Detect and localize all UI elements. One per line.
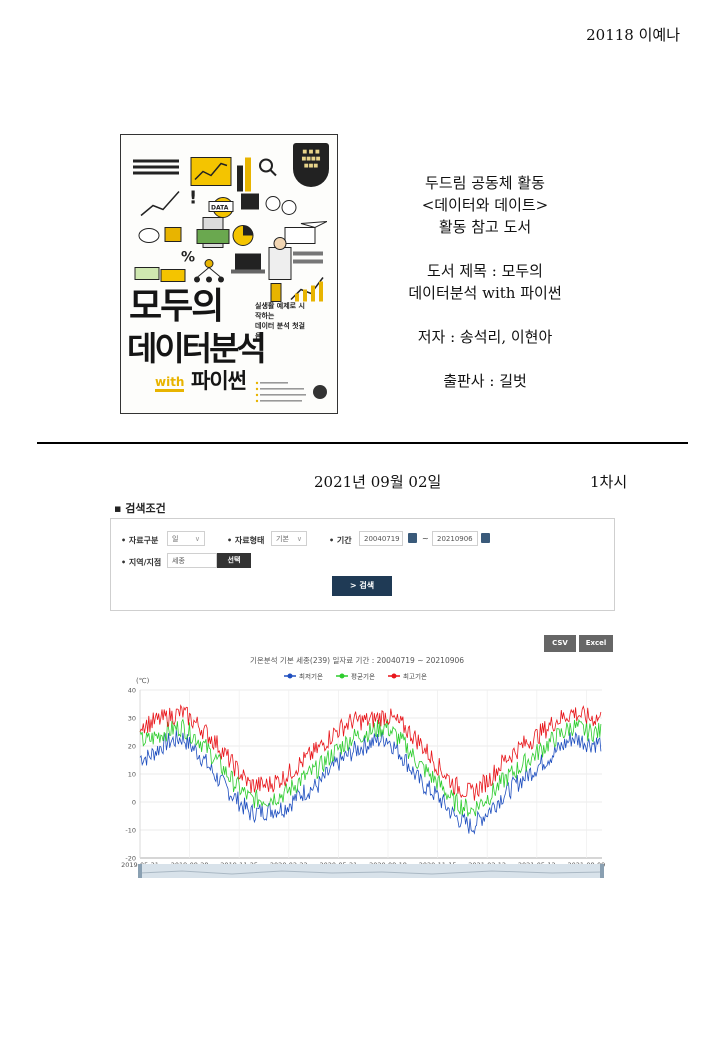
session-round: 1차시 [590,473,628,491]
data-type-select[interactable]: 일 ∨ [167,531,205,546]
session-date: 2021년 09월 02일 [314,473,442,491]
cover-with-text: with [155,375,185,392]
book-cover-image: ! DATA % ■ ■ ■ ■■■■ ■■■ 실생활 예제로 시작하는 데이터… [120,134,338,414]
chart-legend: 최저기온 평균기온 최고기온 [284,672,427,681]
book-title-line1: 도서 제목 : 모두의 [427,262,543,280]
series-line-1 [139,729,602,835]
legend-marker [287,673,293,679]
student-id-name: 20118 이예나 [586,26,680,44]
legend-marker [391,673,397,679]
y-tick-label: 40 [128,687,136,695]
y-axis-label: (℃) [136,677,150,685]
temperature-line-chart: 최저기온평균기온최고기온 (℃) 403020100-10-202019-05-… [121,672,605,878]
range-handle-left[interactable] [138,864,142,878]
publisher-logo-icon [313,385,327,399]
section-divider [37,442,688,444]
start-date-input[interactable]: 20040719 [359,531,403,546]
legend-marker [339,673,345,679]
calendar-icon[interactable] [481,533,490,543]
cover-python-text: 파이썬 [191,369,247,393]
chart-title: 기온분석 기본 세종(239) 일자료 기간 : 20040719 ~ 2021… [249,656,465,665]
data-type-value: 일 [172,535,179,543]
data-form-select[interactable]: 기본 ∨ [271,531,307,546]
series-line-3 [139,704,602,801]
cover-subtitle-line1: 실생활 예제로 시작하는 [255,302,305,320]
end-date-input[interactable]: 20210906 [432,531,478,546]
svg-text:!: ! [189,188,197,209]
y-tick-label: 10 [128,771,136,779]
data-badge-text: DATA [211,205,229,212]
y-tick-label: 0 [132,799,136,807]
legend-label: 최고기온 [403,672,427,681]
book-publisher: 출판사 : 길벗 [443,372,527,390]
select-region-button[interactable]: 선택 [217,553,251,568]
series-badge-icon: ■ ■ ■ ■■■■ ■■■ [293,143,329,187]
svg-text:%: % [181,250,195,266]
data-form-label: • 자료형태 [227,536,265,545]
calendar-icon[interactable] [408,533,417,543]
activity-line1: 두드림 공동체 활동 [425,174,545,192]
weather-data-screenshot: ▪ 검색조건 • 자료구분 일 ∨ • 자료형태 기본 ∨ • 기간 20040… [92,490,622,895]
y-tick-label: 30 [128,715,136,723]
search-button[interactable]: > 검색 [332,576,392,596]
cover-title-line1: 모두의 [129,286,224,327]
legend-label: 평균기온 [351,672,375,681]
data-form-value: 기본 [276,535,289,543]
book-authors: 저자 : 송석리, 이현아 [417,328,553,346]
region-label: • 지역/지점 [121,558,162,567]
activity-line3: 활동 참고 도서 [438,218,532,236]
date-range-tilde: ~ [422,534,429,543]
chevron-down-icon: ∨ [296,535,302,543]
activity-line2: <데이터와 데이트> [421,196,549,214]
search-conditions-title: ▪ 검색조건 [114,502,166,515]
y-tick-label: -10 [125,827,136,835]
period-label: • 기간 [329,536,352,545]
excel-export-button[interactable]: Excel [579,635,613,652]
search-conditions-box: • 자료구분 일 ∨ • 자료형태 기본 ∨ • 기간 20040719 ~ 2… [110,518,615,611]
legend-label: 최저기온 [299,672,323,681]
book-title-line2: 데이터분석 with 파이썬 [408,284,562,302]
region-input[interactable]: 세종 [167,553,217,568]
range-handle-right[interactable] [600,864,604,878]
book-description: 두드림 공동체 활동 <데이터와 데이트> 활동 참고 도서 도서 제목 : 모… [380,172,590,392]
y-tick-label: 20 [128,743,136,751]
csv-export-button[interactable]: CSV [544,635,576,652]
chevron-down-icon: ∨ [194,535,200,543]
chart-range-scroller[interactable] [138,864,604,878]
cover-bullet-list [255,381,306,403]
cover-title-line2: 데이터분석 [127,329,267,368]
data-type-label: • 자료구분 [121,536,159,545]
